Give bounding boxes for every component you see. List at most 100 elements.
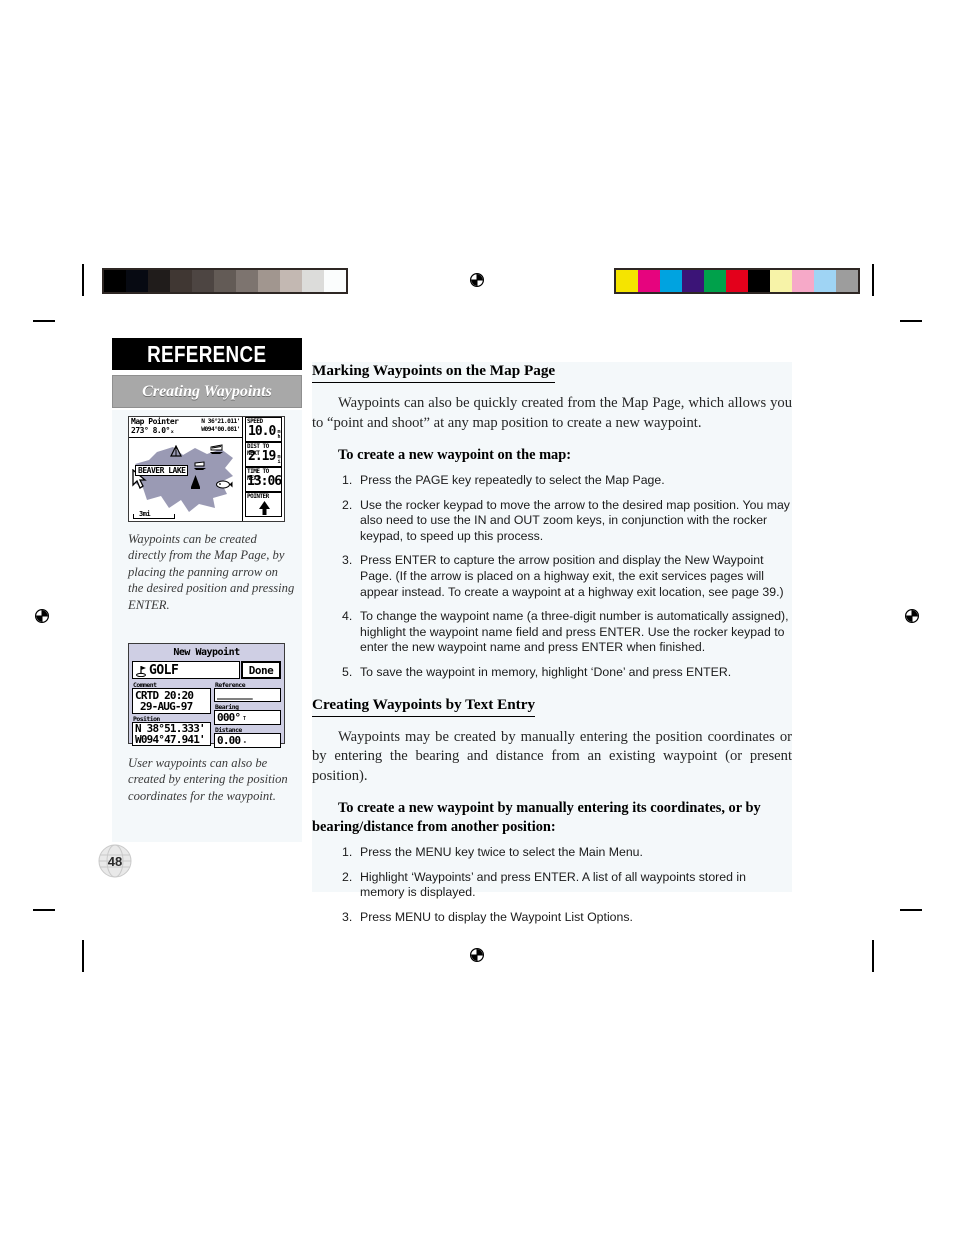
map-pointer-bearing: 273° 8.0°ₓ [131,426,175,435]
color-swatch-9 [814,270,836,292]
waypoint-name-field: GOLF [132,661,240,679]
step-number: 3. [342,909,353,924]
color-calibration-bar [614,268,860,294]
step-text: Press the MENU key twice to select the M… [360,845,643,860]
data-field-dist-unit: m i [277,455,280,465]
registration-target-icon-right [901,605,923,627]
distance-box: 0.00 ₓ [214,733,281,748]
lake-label: BEAVER LAKE [135,465,189,476]
reference-banner: REFERENCE [112,338,302,370]
data-field-pointer-label: POINTER [247,493,269,500]
trim-rule-left-top [82,264,84,296]
color-swatch-8 [792,270,814,292]
waypoint-name-value: GOLF [149,662,179,678]
position-longitude: W094°47.941' [135,733,206,746]
new-waypoint-screenshot: New Waypoint GOLF Done Comment CRTD 20:2… [128,643,285,748]
grayscale-swatch-9 [302,270,324,292]
section2-procedure-heading-line1: To create a new waypoint by manually ent… [338,800,761,817]
map-pointer-screenshot: Map Pointer 273° 8.0°ₓ N 36°21.011' W094… [128,416,285,522]
map-data-fields: SPEED 10.0 m h DIST TO NEXT 2.19 m i TIM… [244,417,284,521]
list-item: 4. To change the waypoint name (a three-d… [312,609,792,656]
section-heading-marking-waypoints: Marking Waypoints on the Map Page [312,362,556,383]
registration-target-icon-bottom [466,944,488,966]
section-heading-text-entry: Creating Waypoints by Text Entry [312,696,536,717]
done-button[interactable]: Done [241,661,281,679]
grayscale-swatch-1 [126,270,148,292]
section1-paragraph: Waypoints can also be quickly created fr… [312,395,792,431]
data-field-dist-to-next: DIST TO NEXT 2.19 m i [245,442,282,467]
reference-box: ______ [214,687,281,702]
map-scale-indicator: 3mi [133,510,175,519]
step-number: 3. [342,553,353,568]
fish-icon [216,480,233,489]
step-number: 4. [342,609,353,624]
buoy-icon [191,475,200,489]
trim-rule-left-bottom [82,940,84,972]
data-field-speed-unit: m h [277,430,280,440]
step-text: Press ENTER to capture the arrow positio… [360,553,784,599]
step-number: 5. [342,664,353,679]
data-field-time-value: 13:06 [247,474,282,489]
distance-unit: ₓ [243,738,247,745]
color-swatch-3 [682,270,704,292]
map-screenshot-caption: Waypoints can be created directly from t… [128,532,295,612]
section-banner-label: Creating Waypoints [142,382,272,400]
trim-rule-right-top [872,264,874,296]
map-view: Map Pointer 273° 8.0°ₓ N 36°21.011' W094… [129,417,243,521]
color-swatch-0 [616,270,638,292]
grayscale-swatch-2 [148,270,170,292]
dist-unit-bottom: i [277,459,280,465]
golf-flag-icon [136,666,146,677]
color-swatch-6 [748,270,770,292]
step-text: Use the rocker keypad to move the arrow … [360,497,790,543]
sidebar: REFERENCE Creating Waypoints [112,338,302,408]
data-field-time-to-next: TIME TO NEXT 13:06 [245,467,282,492]
registration-target-icon-top [466,269,488,291]
section2-steps: 1. Press the MENU key twice to select the… [312,845,792,925]
map-pointer-longitude: W094°00.081' [201,426,240,433]
crop-mark-bottom-left [33,909,55,911]
color-swatch-2 [660,270,682,292]
section2-paragraph: Waypoints may be created by manually ent… [312,728,792,784]
section2-procedure-heading-line2: bearing/distance from another position: [312,819,556,836]
crop-mark-bottom-right [900,909,922,911]
main-column: Marking Waypoints on the Map Page Waypoi… [312,362,792,934]
grayscale-swatch-5 [214,270,236,292]
section1-steps: 1. Press the PAGE key repeatedly to selec… [312,473,792,681]
grayscale-swatch-6 [236,270,258,292]
color-swatch-4 [704,270,726,292]
list-item: 2. Use the rocker keypad to move the arro… [312,498,792,545]
list-item: 2. Highlight ‘Waypoints’ and press ENTER.… [312,870,792,901]
reference-banner-label: REFERENCE [147,340,267,367]
position-box: N 38°51.333' W094°47.941' [132,722,211,746]
data-field-dist-value: 2.19 [248,449,276,464]
boat-icon-small [194,461,206,470]
reference-value: ______ [217,687,253,700]
grayscale-calibration-bar [102,268,348,294]
step-number: 2. [342,869,353,884]
speed-unit-bottom: h [277,434,280,440]
distance-value: 0.00 [217,734,241,747]
section1-procedure-heading: To create a new waypoint on the map: [338,447,572,463]
list-item: 5. To save the waypoint in memory, highli… [312,665,792,681]
map-header: Map Pointer 273° 8.0°ₓ N 36°21.011' W094… [129,417,242,438]
grayscale-swatch-8 [280,270,302,292]
section-banner: Creating Waypoints [112,375,302,408]
waypoint-screenshot-caption: User waypoints can also be created by en… [128,756,288,803]
step-number: 2. [342,497,353,512]
campground-icon [170,445,182,457]
color-swatch-5 [726,270,748,292]
comment-line-2: 29-AUG-97 [140,700,193,713]
step-text: Press MENU to display the Waypoint List … [360,909,633,924]
step-text: To save the waypoint in memory, highligh… [360,664,732,679]
step-number: 1. [342,473,353,487]
new-waypoint-title: New Waypoint [173,646,240,658]
step-text: To change the waypoint name (a three-dig… [360,609,789,655]
printed-page: REFERENCE Creating Waypoints Map Pointer… [0,0,954,1235]
page-number-value: 48 [107,853,123,869]
trim-rule-right-bottom [872,940,874,972]
color-swatch-7 [770,270,792,292]
pointer-arrow-icon [259,501,270,515]
comment-box: CRTD 20:20 29-AUG-97 [132,688,211,714]
list-item: 1. Press the MENU key twice to select the… [312,845,792,861]
